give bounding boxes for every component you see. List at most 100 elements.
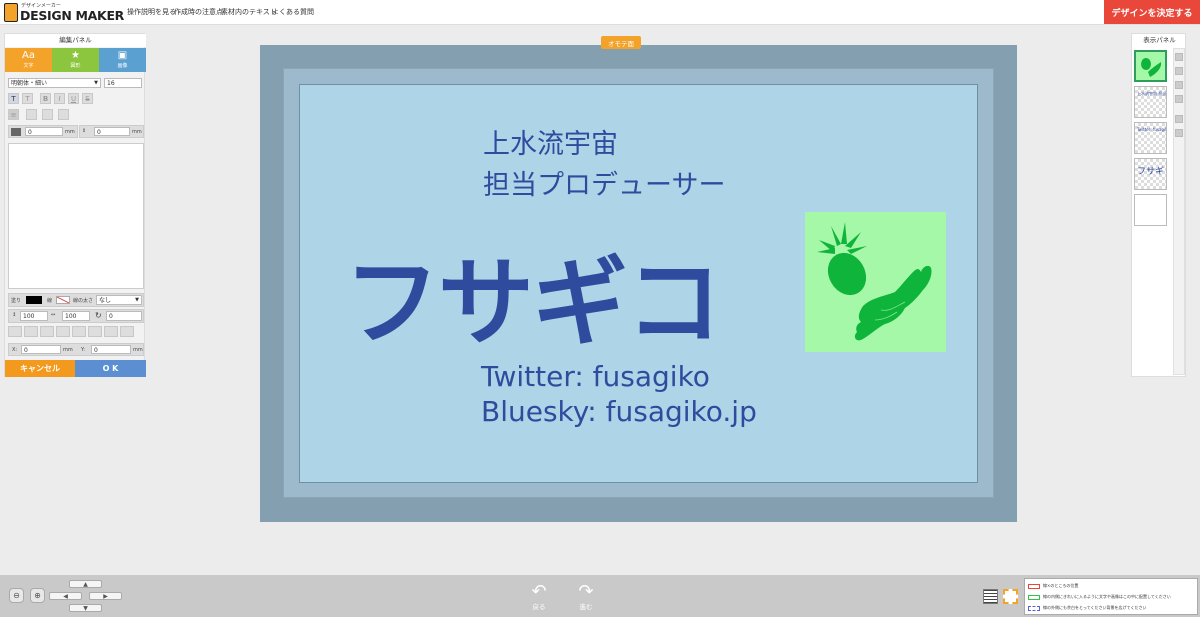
logo[interactable]: デザインメーカー DESIGN MAKER [4,2,124,23]
duplicate-icon[interactable] [1175,115,1183,123]
y-label: Y: [81,347,86,353]
cancel-button[interactable]: キャンセル [5,360,75,377]
card-twitter[interactable]: Twitter: fusagiko [481,360,710,393]
layer-item-empty[interactable] [1134,194,1167,226]
align-right-icon[interactable] [42,109,53,120]
legend-text: 線×のところの位置 [1043,583,1079,588]
y-position-input[interactable]: 0 [91,345,131,354]
italic-button[interactable]: I [54,93,65,104]
unit-label: mm [65,129,75,135]
text-horizontal-button[interactable]: T [8,93,19,104]
fill-line-group: 塗り 線 線の太さ なし ▼ [8,293,144,307]
letter-spacing-input[interactable]: 0 [25,127,63,136]
ok-button[interactable]: O K [75,360,146,377]
x-position-input[interactable]: 0 [21,345,61,354]
align-center-icon[interactable] [26,109,37,120]
layer-thumb-text: 上水流宇宙 担当プロデューサー [1137,91,1167,96]
send-back-icon[interactable] [56,326,70,337]
send-backward-icon[interactable] [40,326,54,337]
position-group: X: 0 mm Y: 0 mm [8,343,144,356]
layer-up-icon[interactable] [1175,67,1183,75]
header-bar: デザインメーカー DESIGN MAKER 操作説明を見る 作成時の注意点 素材… [0,0,1200,25]
zoom-out-icon[interactable]: ⊖ [9,588,24,603]
card-affiliation[interactable]: 上水流宇宙 [483,122,618,161]
mirror-icon[interactable] [120,326,134,337]
flip-icon[interactable] [104,326,118,337]
layer-item-affiliation[interactable]: 上水流宇宙 担当プロデューサー [1134,86,1167,118]
tab-text[interactable]: Aa 文字 [5,48,52,72]
chevron-down-icon: ▼ [135,297,139,303]
move-down-icon[interactable]: ▼ [69,604,102,612]
decide-design-button[interactable]: デザインを決定する [1104,0,1200,24]
text-content-textarea[interactable] [8,143,144,289]
card-name[interactable]: フサギコ [344,225,722,364]
line-spacing-input[interactable]: 0 [94,127,130,136]
tab-shape[interactable]: ★ 図形 [52,48,99,72]
bold-button[interactable]: B [40,93,51,104]
trash-icon[interactable] [1175,129,1183,137]
rotate-input[interactable]: 0 [106,311,142,321]
unit-label: mm [63,347,73,353]
bring-front-icon[interactable] [8,326,22,337]
zoom-in-icon[interactable]: ⊕ [30,588,45,603]
fill-color-swatch[interactable] [26,296,42,304]
copy-icon[interactable] [72,326,86,337]
move-up-icon[interactable]: ▲ [69,580,102,588]
logo-mark-icon [4,3,18,22]
unit-label: mm [132,129,142,135]
font-family-select[interactable]: 明朝体・細い ▼ [8,78,101,88]
layer-item-image[interactable] [1134,50,1167,82]
tab-image[interactable]: ▣ 画像 [99,48,146,72]
nav-link-material-text[interactable]: 素材内のテキスト [221,7,277,17]
front-side-label[interactable]: オモテ面 [601,36,641,49]
grid-toggle-icon[interactable] [983,589,998,604]
font-size-input[interactable]: 16 [104,78,142,88]
nav-link-manual[interactable]: 操作説明を見る [127,7,176,17]
undo-button[interactable]: ↶ 戻る [524,583,554,612]
line-width-select[interactable]: なし ▼ [96,295,142,305]
card-bluesky[interactable]: Bluesky: fusagiko.jp [481,395,757,428]
layers-panel-title: 表示パネル [1143,36,1176,44]
bring-forward-icon[interactable] [24,326,38,337]
layer-thumb-text: Twitter: fusagiko Bluesky: fusagiko [1137,127,1166,132]
align-justify-icon[interactable] [58,109,69,120]
legend-green-line-icon [1028,594,1040,600]
chevron-down-icon: ▼ [94,80,98,86]
fill-label: 塗り [11,298,22,304]
guide-toggle-icon[interactable] [1003,589,1018,604]
nav-link-cautions[interactable]: 作成時の注意点 [174,7,223,17]
legend-row: 線の外側にも余白をとってください背景を広げてください [1028,605,1146,611]
height-input[interactable]: 100 [20,311,48,321]
strikethrough-button[interactable]: S [82,93,93,104]
image-icon: ▣ [117,50,128,61]
line-width-value: なし [99,297,112,304]
width-input[interactable]: 100 [62,311,90,321]
layer-top-icon[interactable] [1175,53,1183,61]
layer-item-name[interactable]: フサギ [1134,158,1167,190]
legend-blue-line-icon [1028,605,1040,611]
paste-icon[interactable] [88,326,102,337]
nav-link-faq[interactable]: よくある質問 [272,7,314,17]
layer-item-contacts[interactable]: Twitter: fusagiko Bluesky: fusagiko [1134,122,1167,154]
layer-thumb-image [1136,52,1165,80]
edit-panel: 編集パネル Aa 文字 ★ 図形 ▣ 画像 明朝体・細い ▼ 16 T T B … [4,33,146,377]
redo-button[interactable]: ↷ 進む [571,583,601,612]
pineapple-island-icon [817,222,932,341]
layer-bottom-icon[interactable] [1175,95,1183,103]
move-left-icon[interactable]: ◀ [49,592,82,600]
move-right-icon[interactable]: ▶ [89,592,122,600]
x-label: X: [12,347,18,353]
layer-down-icon[interactable] [1175,81,1183,89]
text-vertical-button[interactable]: T [22,93,33,104]
pineapple-island-image[interactable] [805,212,946,352]
align-left-icon[interactable]: ≡ [8,109,19,120]
line-width-label: 線の太さ [73,298,94,304]
layer-thumb-text: フサギ [1137,167,1165,177]
tab-text-label: 文字 [23,63,34,69]
underline-button[interactable]: U [68,93,79,104]
legend-red-line-icon [1028,583,1040,589]
line-spacing-group: ⇕ 0 mm [79,125,144,138]
card-role[interactable]: 担当プロデューサー [483,163,725,202]
redo-label: 進む [579,603,593,611]
line-color-swatch[interactable] [56,296,70,304]
